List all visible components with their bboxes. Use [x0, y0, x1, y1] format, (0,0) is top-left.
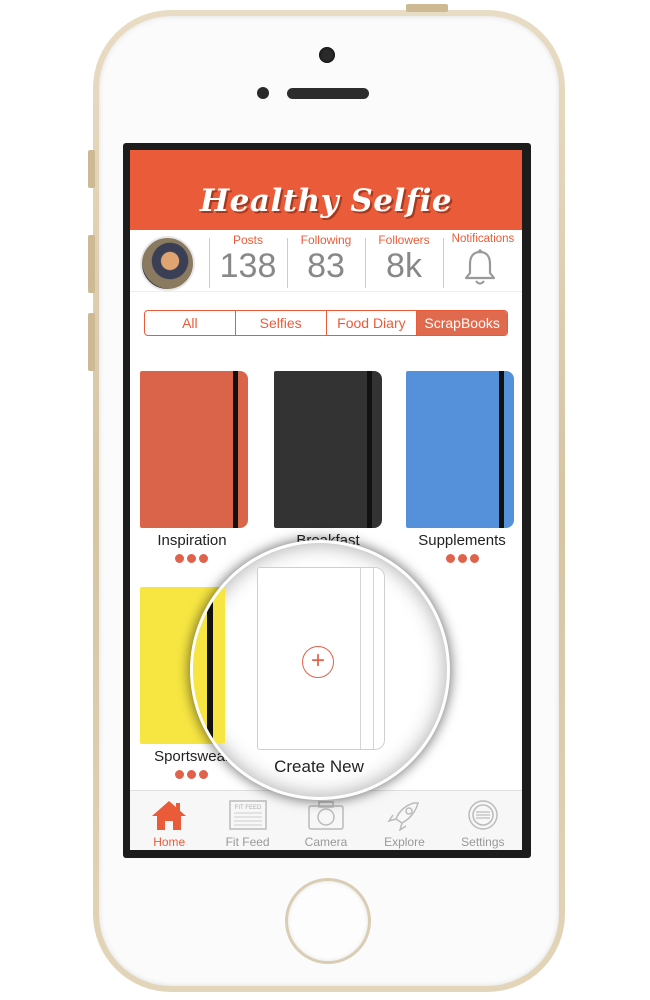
tabbar-label: Explore	[384, 835, 425, 849]
camera-icon	[308, 801, 344, 830]
tabbar-settings[interactable]: Settings	[444, 791, 522, 850]
earpiece-speaker	[287, 88, 369, 99]
scrapbook-options-icon[interactable]	[175, 554, 208, 563]
stat-value: 83	[307, 247, 345, 285]
tab-all[interactable]: All	[145, 311, 236, 335]
tabbar-label: Settings	[461, 835, 505, 849]
scrapbook-sportswear-magnified	[193, 588, 225, 743]
volume-up-button	[88, 235, 95, 293]
proximity-sensor	[257, 87, 269, 99]
stat-label: Following	[300, 233, 352, 247]
app-header: Healthy Selfie	[130, 150, 522, 230]
tabbar-label: Camera	[304, 835, 348, 849]
bell-icon	[464, 249, 496, 285]
tabbar-camera[interactable]: Camera	[287, 791, 365, 850]
stat-value: 8k	[386, 247, 422, 285]
stat-followers[interactable]: Followers 8k	[366, 230, 442, 292]
scrapbook-supplements[interactable]	[406, 371, 514, 528]
gear-icon	[468, 800, 498, 830]
tabbar-home[interactable]: Home	[130, 791, 208, 850]
plus-circle-icon: +	[302, 646, 334, 678]
rocket-icon	[387, 802, 420, 831]
stat-label: Followers	[378, 233, 430, 247]
home-hardware-button[interactable]	[285, 878, 371, 964]
power-button	[406, 4, 448, 12]
tab-selfies[interactable]: Selfies	[236, 311, 327, 335]
tabbar-explore[interactable]: Explore	[365, 791, 443, 850]
tab-food-diary[interactable]: Food Diary	[327, 311, 418, 335]
scrapbook-options-icon[interactable]	[175, 770, 208, 779]
notifications-label: Notifications	[451, 233, 515, 245]
profile-stats-bar: Posts 138 Following 83 Followers 8k Noti…	[130, 230, 522, 292]
stat-posts[interactable]: Posts 138	[210, 230, 286, 292]
scrapbook-label: Inspiration	[157, 532, 227, 549]
volume-down-button	[88, 313, 95, 371]
scrapbook-options-icon[interactable]	[446, 554, 479, 563]
home-icon	[152, 801, 187, 830]
stat-value: 138	[219, 247, 277, 285]
tabbar-fit-feed[interactable]: FIT FEED Fit Feed	[208, 791, 286, 850]
scrapbook-inspiration[interactable]	[140, 371, 248, 528]
avatar[interactable]	[140, 236, 195, 291]
front-camera	[319, 47, 335, 63]
scrapbook-label: Supplements	[418, 532, 506, 549]
tabbar-label: Fit Feed	[225, 835, 270, 849]
stat-label: Posts	[232, 233, 263, 247]
tabbar-label: Home	[153, 835, 186, 849]
stat-following[interactable]: Following 83	[288, 230, 364, 292]
bottom-tab-bar: Home FIT FEED Fit Feed Camera Explore Se…	[130, 790, 522, 850]
create-new-label: Create New	[274, 757, 364, 776]
mute-switch	[88, 150, 95, 188]
fit-feed-badge: FIT FEED	[234, 805, 261, 811]
tab-scrapbooks[interactable]: ScrapBooks	[417, 311, 507, 335]
create-new-scrapbook[interactable]: +	[257, 567, 385, 750]
app-title: Healthy Selfie	[199, 183, 453, 219]
magnifier-lens: + Create New	[193, 543, 447, 797]
book-band	[360, 568, 374, 749]
segmented-tabs: All Selfies Food Diary ScrapBooks	[144, 310, 508, 336]
newspaper-icon: FIT FEED	[228, 800, 267, 830]
scrapbook-breakfast[interactable]	[274, 371, 382, 528]
